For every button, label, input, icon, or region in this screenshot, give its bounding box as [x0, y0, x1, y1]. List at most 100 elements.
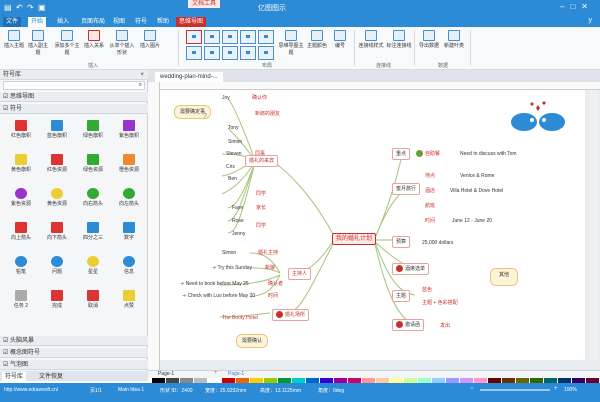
tab-symbol-library[interactable]: 符号库: [2, 372, 27, 382]
section-mindmap[interactable]: ☑ 思维导图: [0, 92, 148, 102]
search-icon[interactable]: ⌕: [139, 82, 142, 89]
tab-view[interactable]: 视图: [110, 17, 128, 27]
symbol-item[interactable]: 完成: [42, 290, 72, 309]
symbol-item[interactable]: 取消: [78, 290, 108, 309]
symbol-item[interactable]: 任务 2: [6, 290, 36, 309]
guest-item[interactable]: Cris: [226, 163, 235, 171]
symbol-item[interactable]: 问题: [42, 256, 72, 275]
app-menu-icon[interactable]: ▤: [4, 3, 12, 12]
layout-option-4[interactable]: [240, 30, 256, 44]
symbol-item[interactable]: 绿色旗帜: [78, 120, 108, 139]
symbol-item[interactable]: 红色资源: [42, 154, 72, 173]
guest-item[interactable]: Rose: [232, 217, 244, 225]
vertical-scrollbar[interactable]: [590, 90, 598, 360]
layout-option-7[interactable]: [204, 46, 220, 60]
venue-item[interactable]: The Booty Hotel: [222, 314, 258, 322]
add-page-button[interactable]: +: [214, 370, 218, 376]
panel-close-icon[interactable]: ×: [140, 70, 144, 80]
branch-host[interactable]: 主持人: [288, 268, 312, 280]
status-url[interactable]: http://www.edrawsoft.cn/: [4, 387, 58, 393]
layout-option-8[interactable]: [222, 46, 238, 60]
symbol-item[interactable]: 黄色旗帜: [6, 154, 36, 173]
topic-budget[interactable]: 预算: [392, 236, 411, 248]
insert-from-shape-button[interactable]: 从单个插入形状: [108, 30, 136, 56]
export-data-button[interactable]: 导出数据: [418, 30, 440, 49]
mindmap-theme-button[interactable]: 思维导图主题: [278, 30, 304, 56]
add-multiple-topics-button[interactable]: 添加多个主题: [54, 30, 80, 56]
section-bubble[interactable]: ☑ 气泡图: [0, 360, 148, 370]
host-item[interactable]: Simon: [222, 249, 236, 257]
symbol-item[interactable]: 绿色资源: [78, 154, 108, 173]
symbol-item[interactable]: 向左箭头: [114, 188, 144, 207]
checkbox-icon[interactable]: ☑: [3, 106, 10, 112]
layout-option-5[interactable]: [258, 30, 274, 44]
topic-theme[interactable]: 主题: [392, 290, 411, 302]
symbol-item[interactable]: 向下箭头: [42, 222, 72, 241]
section-concept-map[interactable]: ☑ 概念图符号: [0, 348, 148, 358]
topic-invitations[interactable]: 邀请函: [392, 319, 425, 331]
zoom-in-icon[interactable]: +: [554, 386, 558, 392]
symbol-item[interactable]: 蓝色旗帜: [42, 120, 72, 139]
central-topic[interactable]: 我的婚礼计划: [332, 233, 377, 245]
theme-color-button[interactable]: 主题颜色: [306, 30, 328, 49]
numbering-button[interactable]: 编号: [330, 30, 350, 49]
tab-symbols[interactable]: 符号: [132, 17, 150, 27]
symbol-item[interactable]: 紫色资源: [6, 188, 36, 207]
guest-item[interactable]: Tony: [228, 124, 239, 132]
host-item[interactable]: ➜ Need to book before May 25: [180, 280, 249, 288]
tab-file-recovery[interactable]: 文件恢复: [36, 372, 66, 382]
layout-option-10[interactable]: [258, 46, 274, 60]
redo-icon[interactable]: ↷: [27, 3, 34, 12]
tab-insert[interactable]: 插入: [54, 17, 72, 27]
symbol-item[interactable]: 铅笔: [6, 256, 36, 275]
guest-item[interactable]: Ben: [228, 175, 237, 183]
layout-option-3[interactable]: [222, 30, 238, 44]
tab-help[interactable]: 帮助: [154, 17, 172, 27]
cloud-note-right[interactable]: 其他: [490, 268, 519, 286]
page-tab[interactable]: Page-1: [158, 371, 174, 377]
tab-mindmap[interactable]: 思维导图: [176, 17, 207, 27]
insert-image-button[interactable]: 插入图片: [140, 30, 160, 49]
symbol-item[interactable]: 紫色旗帜: [114, 120, 144, 139]
cloud-note-bottom[interactable]: 需要确认: [236, 334, 269, 348]
guest-item[interactable]: Jenny: [232, 230, 245, 238]
tab-page-layout[interactable]: 页面布局: [78, 17, 108, 27]
checkbox-icon[interactable]: ☑: [3, 94, 10, 100]
layout-option-9[interactable]: [240, 46, 256, 60]
help-icon[interactable]: y: [589, 17, 593, 24]
guest-item[interactable]: Faye: [232, 204, 243, 212]
guest-item[interactable]: Simon: [228, 138, 242, 146]
layout-option-1[interactable]: [186, 30, 202, 44]
layout-option-6[interactable]: [186, 46, 202, 60]
tab-home[interactable]: 开始: [28, 17, 47, 27]
symbol-item[interactable]: 向右箭头: [78, 188, 108, 207]
window-controls[interactable]: –□✕: [560, 2, 594, 11]
guest-item[interactable]: Joy: [222, 94, 230, 102]
document-tab[interactable]: wedding-plan-mind-...: [155, 72, 223, 82]
symbol-item[interactable]: 黄色资源: [42, 188, 72, 207]
topic-honeymoon[interactable]: 蜜月旅行: [392, 183, 421, 195]
host-item[interactable]: ➜ Check with Luo before May 20: [182, 292, 255, 300]
branch-venue[interactable]: 婚礼场所: [272, 309, 310, 321]
section-symbols[interactable]: ☑ 符号: [0, 104, 148, 114]
symbol-item[interactable]: 红色旗帜: [6, 120, 36, 139]
symbol-item[interactable]: 橙色资源: [114, 154, 144, 173]
symbol-search-input[interactable]: ⌕: [3, 81, 145, 90]
layout-option-2[interactable]: [204, 30, 220, 44]
callout-connector-button[interactable]: 标注连接线: [386, 30, 412, 49]
new-leaf-button[interactable]: 新建叶类: [442, 30, 466, 49]
page-tab-active[interactable]: Page-1: [228, 371, 244, 377]
symbol-item[interactable]: 四分之三: [78, 222, 108, 241]
undo-icon[interactable]: ↶: [16, 3, 23, 12]
checkbox-icon[interactable]: ☑: [3, 350, 10, 356]
section-brainstorm[interactable]: ☑ 头脑风暴: [0, 336, 148, 346]
symbol-item[interactable]: 信息: [114, 256, 144, 275]
tab-file[interactable]: 文件: [3, 17, 22, 27]
insert-subtopic-button[interactable]: 插入副主题: [28, 30, 48, 56]
connector-style-button[interactable]: 连接线样式: [358, 30, 384, 49]
topic-banquet[interactable]: 酒席选单: [392, 263, 430, 275]
insert-topic-button[interactable]: 插入主题: [4, 30, 24, 49]
zoom-out-icon[interactable]: −: [470, 386, 474, 392]
drawing-page[interactable]: 我的婚礼计划 婚礼的来宾 Joy 确认你 Tony 新郎的朋友 Simon St…: [160, 90, 585, 360]
save-icon[interactable]: ▣: [38, 3, 46, 12]
